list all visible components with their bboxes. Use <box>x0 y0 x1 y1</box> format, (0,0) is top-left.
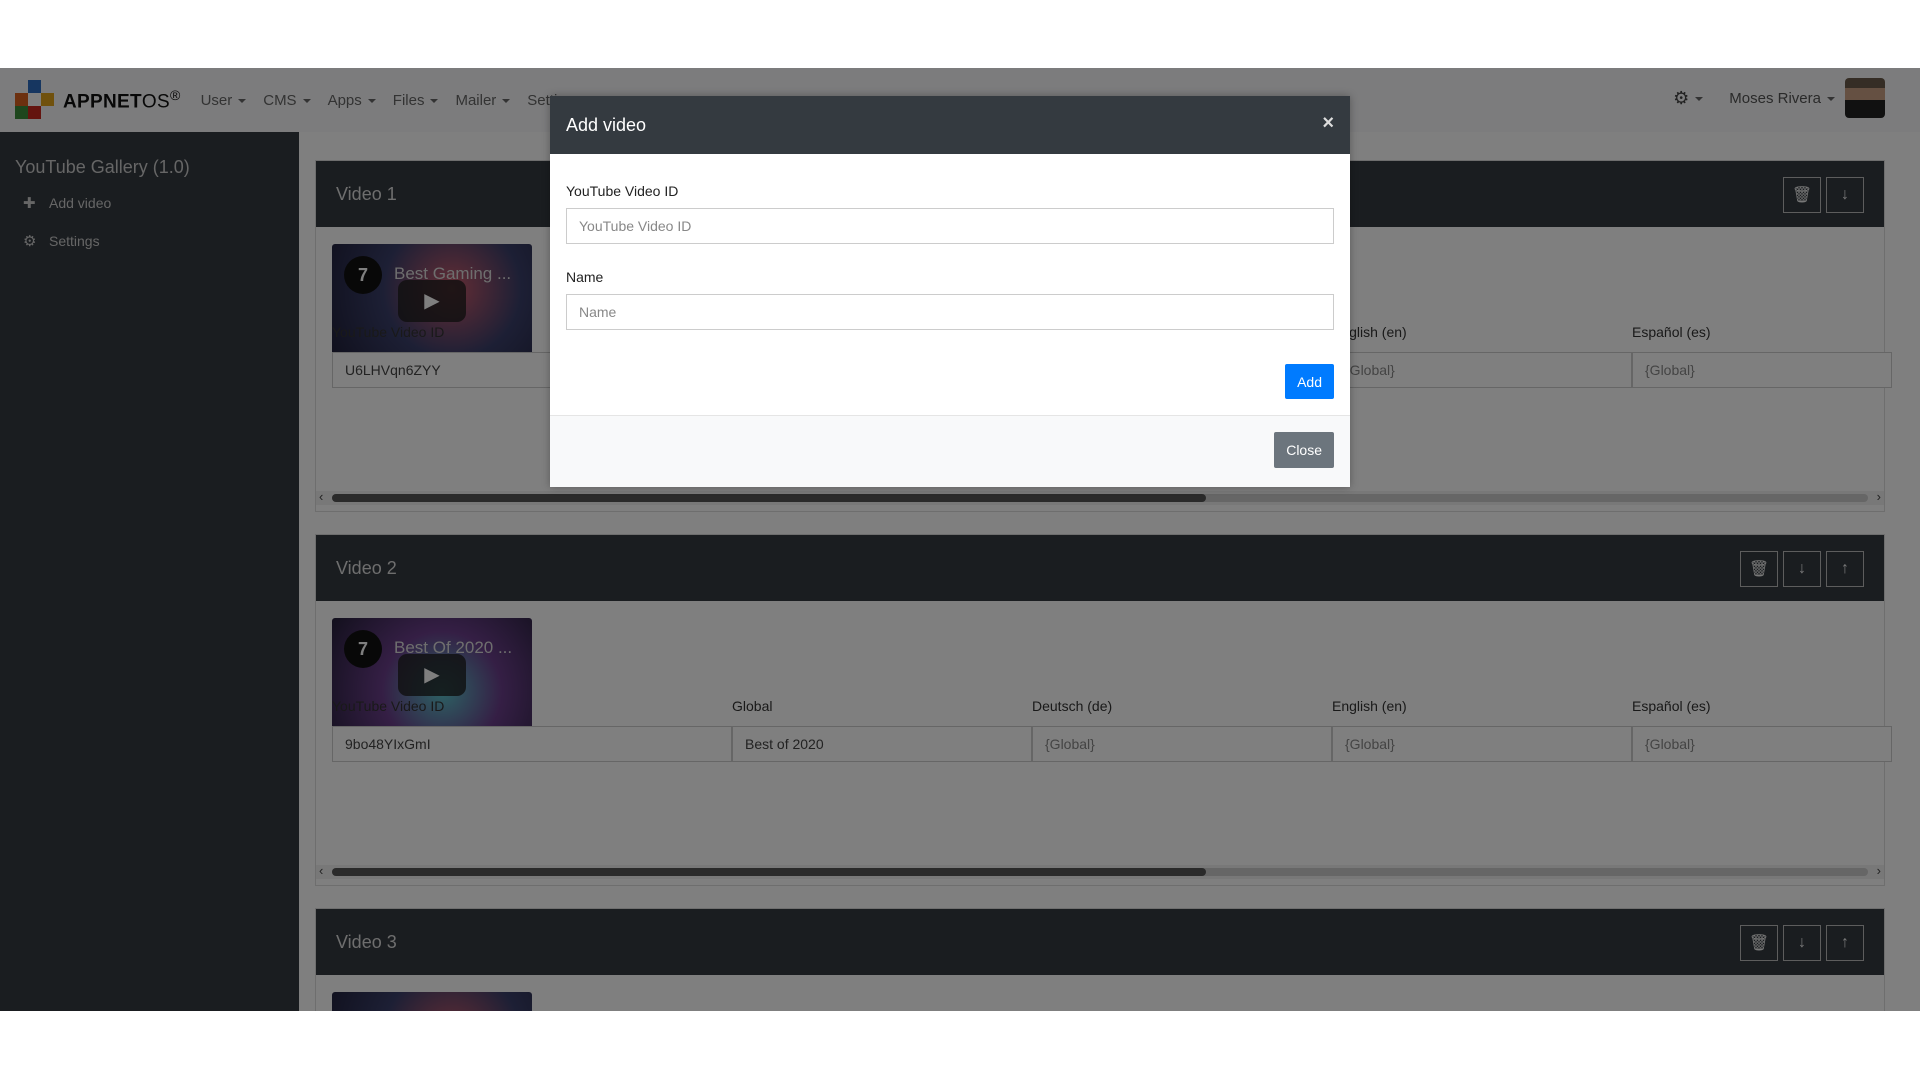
add-button[interactable]: Add <box>1285 364 1334 399</box>
add-video-modal: Add video × YouTube Video ID Name Add Clo… <box>550 96 1350 487</box>
name-label: Name <box>566 269 604 285</box>
app: APPNETOS® User CMS Apps Files Mailer Set… <box>0 68 1920 1011</box>
name-field[interactable] <box>566 294 1334 330</box>
close-icon[interactable]: × <box>1322 112 1334 135</box>
video-id-label: YouTube Video ID <box>566 183 679 199</box>
modal-title: Add video <box>566 114 647 135</box>
close-button[interactable]: Close <box>1274 432 1334 468</box>
video-id-field[interactable] <box>566 208 1334 244</box>
